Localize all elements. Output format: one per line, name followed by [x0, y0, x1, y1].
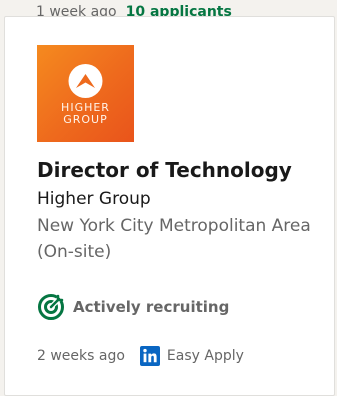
linkedin-icon [139, 346, 160, 366]
recruiting-status: Actively recruiting [37, 293, 229, 321]
company-name: Higher Group [37, 189, 151, 209]
easy-apply-label: Easy Apply [166, 348, 244, 364]
job-location: New York City Metropolitan Area (On-site… [37, 216, 311, 262]
job-footer: 2 weeks ago Easy Apply [37, 344, 244, 368]
recruiting-status-label: Actively recruiting [73, 298, 230, 316]
easy-apply-button[interactable]: Easy Apply [139, 346, 244, 366]
posted-time: 2 weeks ago [37, 348, 125, 364]
target-icon [38, 294, 64, 320]
logo-text-line2: GROUP [63, 113, 108, 126]
job-title[interactable]: Director of Technology [37, 156, 292, 184]
company-logo[interactable]: HIGHER GROUP [37, 45, 134, 142]
job-card[interactable]: HIGHER GROUP Director of Technology High… [4, 16, 335, 396]
higher-group-logo: HIGHER GROUP [61, 64, 109, 126]
